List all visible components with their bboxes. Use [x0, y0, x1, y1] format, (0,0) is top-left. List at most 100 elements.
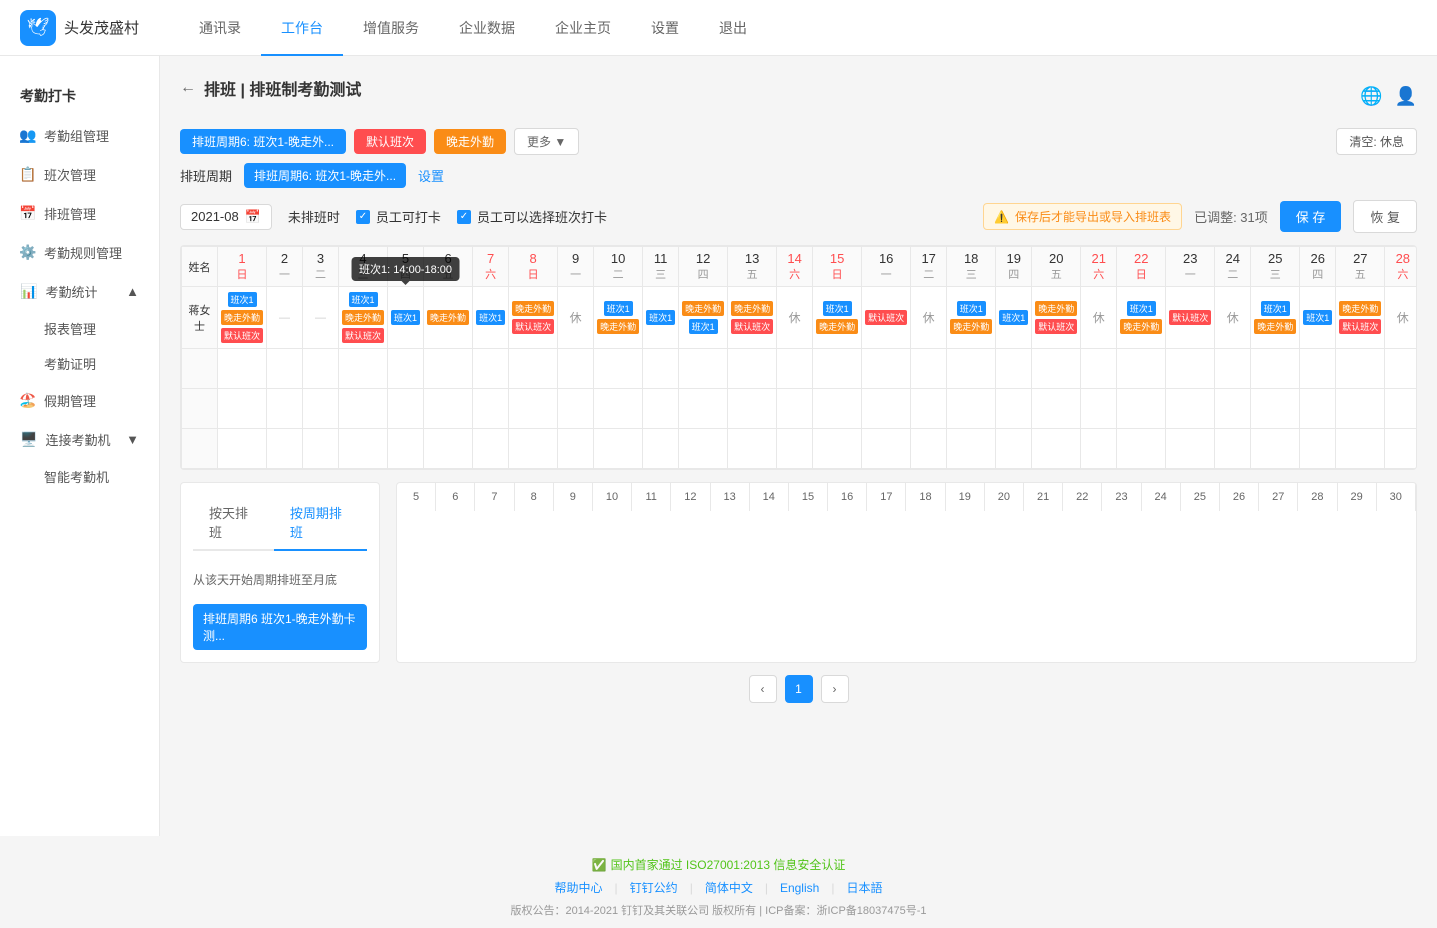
cell-date-9[interactable]: 休	[558, 287, 594, 349]
location-icon[interactable]: 🌐	[1360, 86, 1382, 107]
clear-rest-button[interactable]: 清空: 休息	[1336, 128, 1417, 155]
empty-cell-1-20[interactable]	[1081, 389, 1117, 429]
empty-cell-0-11[interactable]	[679, 349, 728, 389]
empty-cell-2-21[interactable]	[1117, 429, 1166, 469]
empty-cell-2-14[interactable]	[813, 429, 862, 469]
empty-cell-0-4[interactable]	[388, 349, 424, 389]
sidebar-item-leave[interactable]: 🏖️ 假期管理	[0, 381, 159, 420]
empty-cell-0-17[interactable]	[947, 349, 996, 389]
empty-cell-1-24[interactable]	[1251, 389, 1300, 429]
empty-cell-2-24[interactable]	[1251, 429, 1300, 469]
empty-cell-1-1[interactable]	[267, 389, 303, 429]
empty-cell-0-7[interactable]	[509, 349, 558, 389]
empty-cell-2-12[interactable]	[728, 429, 777, 469]
empty-cell-2-3[interactable]	[339, 429, 388, 469]
empty-cell-0-16[interactable]	[911, 349, 947, 389]
tab-day-schedule[interactable]: 按天排班	[193, 495, 274, 551]
tag-btn-late-walk[interactable]: 晚走外勤	[434, 129, 506, 154]
empty-cell-0-10[interactable]	[643, 349, 679, 389]
empty-cell-1-23[interactable]	[1215, 389, 1251, 429]
tag-btn-more[interactable]: 更多 ▼	[514, 128, 579, 155]
empty-cell-0-12[interactable]	[728, 349, 777, 389]
sidebar-item-attendance-group[interactable]: 👥 考勤组管理	[0, 116, 159, 155]
empty-cell-1-21[interactable]	[1117, 389, 1166, 429]
empty-cell-0-13[interactable]	[777, 349, 813, 389]
nav-item-logout[interactable]: 退出	[699, 0, 767, 56]
cell-date-25[interactable]: 班次1晚走外勤	[1251, 287, 1300, 349]
empty-cell-2-18[interactable]	[996, 429, 1032, 469]
empty-cell-2-23[interactable]	[1215, 429, 1251, 469]
empty-cell-2-4[interactable]	[388, 429, 424, 469]
empty-cell-0-0[interactable]	[218, 349, 267, 389]
sidebar-item-reports[interactable]: 报表管理	[44, 311, 159, 346]
empty-cell-2-19[interactable]	[1032, 429, 1081, 469]
empty-cell-0-26[interactable]	[1336, 349, 1385, 389]
empty-cell-2-7[interactable]	[509, 429, 558, 469]
empty-cell-2-20[interactable]	[1081, 429, 1117, 469]
footer-link-help[interactable]: 帮助中心	[555, 879, 603, 896]
empty-cell-0-14[interactable]	[813, 349, 862, 389]
cell-date-10[interactable]: 班次1晚走外勤	[594, 287, 643, 349]
empty-cell-0-18[interactable]	[996, 349, 1032, 389]
cell-date-15[interactable]: 班次1晚走外勤	[813, 287, 862, 349]
empty-cell-2-6[interactable]	[473, 429, 509, 469]
cell-date-26[interactable]: 班次1	[1300, 287, 1336, 349]
cell-date-19[interactable]: 班次1	[996, 287, 1032, 349]
empty-cell-1-13[interactable]	[777, 389, 813, 429]
sidebar-item-stats[interactable]: 📊 考勤统计 ▲	[0, 272, 159, 311]
empty-cell-0-22[interactable]	[1166, 349, 1215, 389]
empty-cell-1-22[interactable]	[1166, 389, 1215, 429]
empty-cell-1-0[interactable]	[218, 389, 267, 429]
user-circle-icon[interactable]: 👤	[1395, 86, 1417, 107]
save-button[interactable]: 保 存	[1280, 201, 1342, 232]
empty-cell-2-9[interactable]	[594, 429, 643, 469]
period-schedule-item[interactable]: 排班周期6 班次1-晚走外勤卡测...	[193, 604, 367, 650]
empty-cell-2-5[interactable]	[424, 429, 473, 469]
empty-cell-1-7[interactable]	[509, 389, 558, 429]
cell-date-14[interactable]: 休	[777, 287, 813, 349]
nav-item-homepage[interactable]: 企业主页	[535, 0, 631, 56]
empty-cell-2-25[interactable]	[1300, 429, 1336, 469]
cell-date-2[interactable]: —	[267, 287, 303, 349]
cell-date-24[interactable]: 休	[1215, 287, 1251, 349]
empty-cell-2-27[interactable]	[1385, 429, 1417, 469]
empty-cell-1-19[interactable]	[1032, 389, 1081, 429]
sidebar-item-machine-connect[interactable]: 🖥️ 连接考勤机 ▼	[0, 420, 159, 459]
empty-cell-1-27[interactable]	[1385, 389, 1417, 429]
empty-cell-1-5[interactable]	[424, 389, 473, 429]
empty-cell-1-6[interactable]	[473, 389, 509, 429]
next-page-button[interactable]: ›	[821, 675, 849, 703]
empty-cell-1-17[interactable]	[947, 389, 996, 429]
empty-cell-1-4[interactable]	[388, 389, 424, 429]
empty-cell-2-26[interactable]	[1336, 429, 1385, 469]
empty-cell-2-17[interactable]	[947, 429, 996, 469]
empty-cell-0-21[interactable]	[1117, 349, 1166, 389]
cell-date-21[interactable]: 休	[1081, 287, 1117, 349]
footer-link-english[interactable]: English	[780, 881, 819, 895]
empty-cell-2-8[interactable]	[558, 429, 594, 469]
empty-cell-1-3[interactable]	[339, 389, 388, 429]
cell-date-20[interactable]: 晚走外勤默认班次	[1032, 287, 1081, 349]
cell-date-5[interactable]: 班次1班次1: 14:00-18:00	[388, 287, 424, 349]
empty-cell-2-16[interactable]	[911, 429, 947, 469]
empty-cell-0-5[interactable]	[424, 349, 473, 389]
empty-cell-0-1[interactable]	[267, 349, 303, 389]
cell-date-12[interactable]: 晚走外勤班次1	[679, 287, 728, 349]
cell-date-1[interactable]: 班次1晚走外勤默认班次	[218, 287, 267, 349]
empty-cell-0-27[interactable]	[1385, 349, 1417, 389]
empty-cell-2-22[interactable]	[1166, 429, 1215, 469]
empty-cell-1-11[interactable]	[679, 389, 728, 429]
cell-date-13[interactable]: 晚走外勤默认班次	[728, 287, 777, 349]
empty-cell-2-10[interactable]	[643, 429, 679, 469]
empty-cell-2-2[interactable]	[303, 429, 339, 469]
back-button[interactable]: ←	[180, 79, 196, 97]
cell-date-4[interactable]: 班次1晚走外勤默认班次	[339, 287, 388, 349]
empty-cell-1-2[interactable]	[303, 389, 339, 429]
empty-cell-1-16[interactable]	[911, 389, 947, 429]
empty-cell-0-2[interactable]	[303, 349, 339, 389]
empty-cell-0-25[interactable]	[1300, 349, 1336, 389]
cell-date-3[interactable]: —	[303, 287, 339, 349]
empty-cell-2-15[interactable]	[862, 429, 911, 469]
empty-cell-2-1[interactable]	[267, 429, 303, 469]
empty-cell-1-15[interactable]	[862, 389, 911, 429]
